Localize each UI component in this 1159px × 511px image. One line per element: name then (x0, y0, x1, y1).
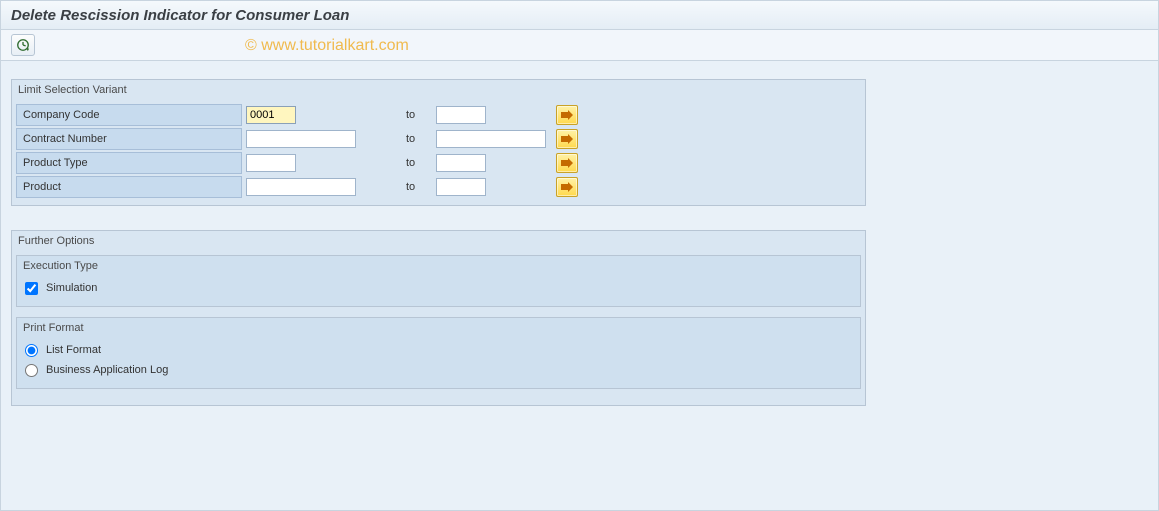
input-product-to[interactable] (436, 178, 486, 196)
row-list-format: List Format (25, 340, 852, 360)
app-toolbar (1, 30, 1158, 61)
group-limit-selection-title: Limit Selection Variant (12, 80, 865, 98)
subgroup-execution-type-title: Execution Type (17, 256, 860, 274)
arrow-right-icon (561, 182, 573, 192)
title-bar: Delete Rescission Indicator for Consumer… (1, 1, 1158, 30)
multiple-selection-product-type[interactable] (556, 153, 578, 173)
app-window: Delete Rescission Indicator for Consumer… (0, 0, 1159, 511)
label-contract-number: Contract Number (16, 128, 242, 150)
arrow-right-icon (561, 110, 573, 120)
row-product-type: Product Type to (16, 151, 861, 174)
group-further-options: Further Options Execution Type Simulatio… (11, 230, 866, 406)
label-simulation[interactable]: Simulation (46, 282, 97, 294)
to-label-product: to (396, 181, 436, 193)
row-business-application-log: Business Application Log (25, 360, 852, 380)
multiple-selection-product[interactable] (556, 177, 578, 197)
input-contract-number-to[interactable] (436, 130, 546, 148)
arrow-right-icon (561, 134, 573, 144)
row-contract-number: Contract Number to (16, 127, 861, 150)
input-contract-number-from[interactable] (246, 130, 356, 148)
input-company-code-to[interactable] (436, 106, 486, 124)
label-product-type: Product Type (16, 152, 242, 174)
group-limit-selection: Limit Selection Variant Company Code to … (11, 79, 866, 206)
row-company-code: Company Code to (16, 103, 861, 126)
page-title: Delete Rescission Indicator for Consumer… (11, 7, 349, 24)
label-company-code: Company Code (16, 104, 242, 126)
input-product-type-from[interactable] (246, 154, 296, 172)
group-limit-selection-body: Company Code to Contract Number to (12, 98, 865, 205)
radio-business-application-log[interactable] (25, 364, 38, 377)
label-product: Product (16, 176, 242, 198)
row-product: Product to (16, 175, 861, 198)
execute-clock-icon (16, 38, 30, 52)
to-label-product-type: to (396, 157, 436, 169)
subgroup-execution-type: Execution Type Simulation (16, 255, 861, 307)
execute-button[interactable] (11, 34, 35, 56)
to-label-company-code: to (396, 109, 436, 121)
radio-list-format[interactable] (25, 344, 38, 357)
multiple-selection-company-code[interactable] (556, 105, 578, 125)
input-product-type-to[interactable] (436, 154, 486, 172)
input-product-from[interactable] (246, 178, 356, 196)
content-area: Limit Selection Variant Company Code to … (1, 61, 1158, 440)
multiple-selection-contract-number[interactable] (556, 129, 578, 149)
input-company-code-from[interactable] (246, 106, 296, 124)
arrow-right-icon (561, 158, 573, 168)
subgroup-print-format: Print Format List Format Business Applic… (16, 317, 861, 389)
group-further-options-title: Further Options (12, 231, 865, 249)
subgroup-print-format-title: Print Format (17, 318, 860, 336)
to-label-contract-number: to (396, 133, 436, 145)
label-business-application-log[interactable]: Business Application Log (46, 364, 168, 376)
label-list-format[interactable]: List Format (46, 344, 101, 356)
checkbox-simulation[interactable] (25, 282, 38, 295)
row-simulation: Simulation (25, 278, 852, 298)
